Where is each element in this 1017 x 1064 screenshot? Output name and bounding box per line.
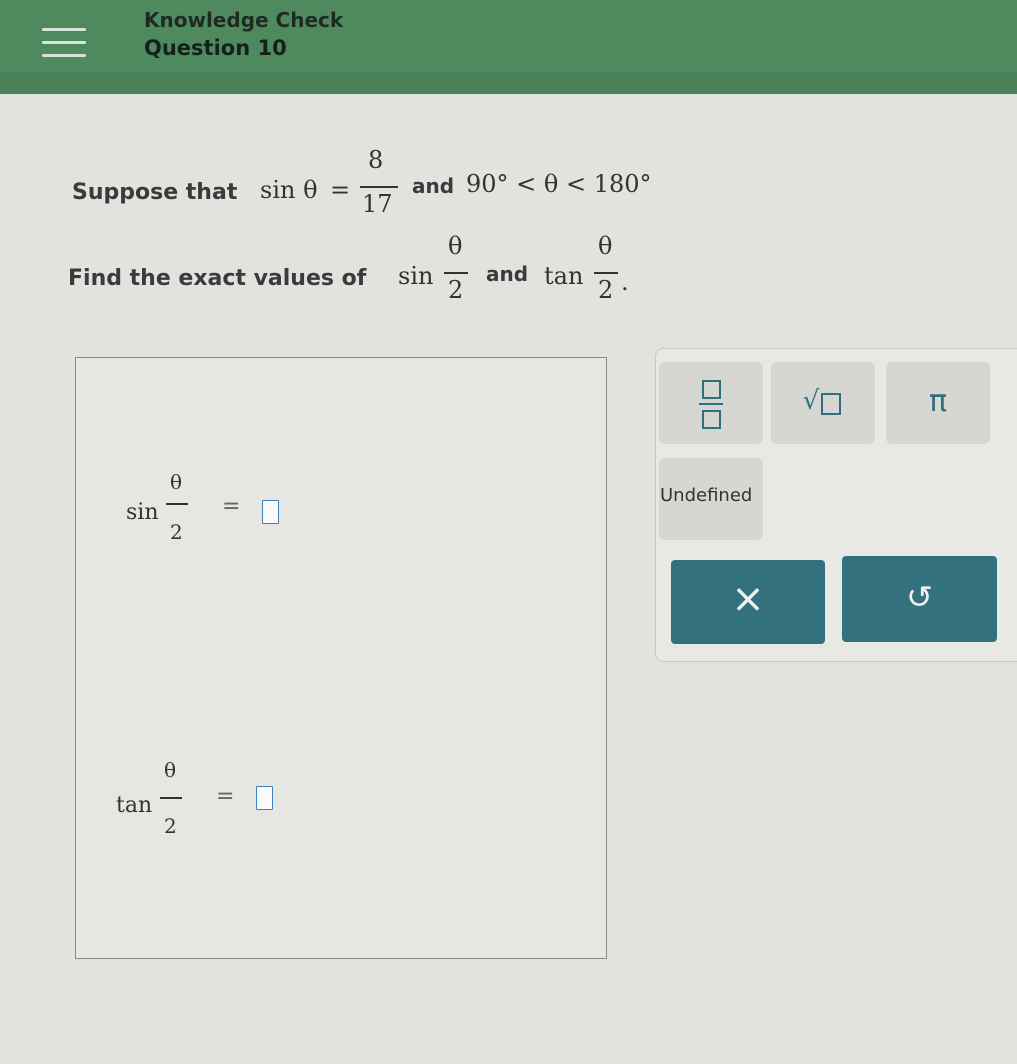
tan-label: tan: [544, 262, 584, 290]
pi-icon: π: [928, 384, 948, 419]
fraction-button[interactable]: [659, 362, 763, 444]
sqrt-button[interactable]: √: [771, 362, 875, 444]
undo-button[interactable]: ↺: [842, 556, 997, 642]
answer-tan-label: tan: [116, 793, 153, 818]
prompt-prefix: Find the exact values of: [68, 266, 367, 291]
fraction-numerator: 8: [368, 146, 384, 174]
answer-tan-numerator: θ: [164, 758, 177, 782]
equals-sign: =: [222, 494, 241, 519]
half-angle-numerator: θ: [448, 232, 463, 260]
question-prompt: Find the exact values of sin θ 2 and tan…: [68, 232, 708, 312]
fraction-bar: [360, 186, 398, 188]
answer-sin-numerator: θ: [170, 470, 183, 494]
conjunction-and: and: [412, 174, 455, 198]
fraction-bar: [166, 503, 188, 505]
half-angle-numerator: θ: [598, 232, 613, 260]
fraction-bar: [444, 272, 468, 274]
answer-area: [75, 357, 607, 959]
answer-sin-denominator: 2: [170, 520, 183, 544]
question-number: Question 10: [144, 36, 287, 60]
sin-theta: sin θ: [260, 176, 318, 204]
conjunction-and: and: [486, 262, 529, 286]
undo-icon: ↺: [906, 578, 933, 616]
half-angle-denominator: 2: [448, 276, 464, 304]
answer-tan-denominator: 2: [164, 814, 177, 838]
fraction-bar: [594, 272, 618, 274]
close-icon: ×: [731, 576, 765, 622]
fraction-bar-icon: [699, 403, 723, 405]
question-statement: Suppose that sin θ = 8 17 and 90° < θ < …: [72, 146, 712, 230]
undefined-label: Undefined: [660, 485, 753, 506]
fraction-bar: [160, 797, 182, 799]
top-bar-band: [0, 72, 1017, 94]
tan-half-angle-input[interactable]: [256, 786, 273, 810]
clear-button[interactable]: ×: [671, 560, 825, 644]
period: .: [621, 268, 629, 296]
menu-icon[interactable]: [42, 28, 86, 58]
half-angle-denominator: 2: [598, 276, 614, 304]
equals-sign: =: [330, 176, 351, 204]
fraction-bottom-box-icon: [702, 410, 721, 429]
fraction-top-box-icon: [702, 380, 721, 399]
equals-sign: =: [216, 784, 235, 809]
pi-button[interactable]: π: [886, 362, 990, 444]
sqrt-box-icon: [821, 393, 841, 415]
page-title: Knowledge Check: [144, 8, 344, 32]
fraction-denominator: 17: [362, 190, 393, 218]
sin-half-angle-input[interactable]: [262, 500, 279, 524]
angle-range: 90° < θ < 180°: [466, 170, 652, 198]
sin-label: sin: [398, 262, 434, 290]
question-prefix: Suppose that: [72, 180, 238, 205]
answer-sin-label: sin: [126, 500, 159, 525]
sqrt-icon: √: [802, 386, 820, 416]
